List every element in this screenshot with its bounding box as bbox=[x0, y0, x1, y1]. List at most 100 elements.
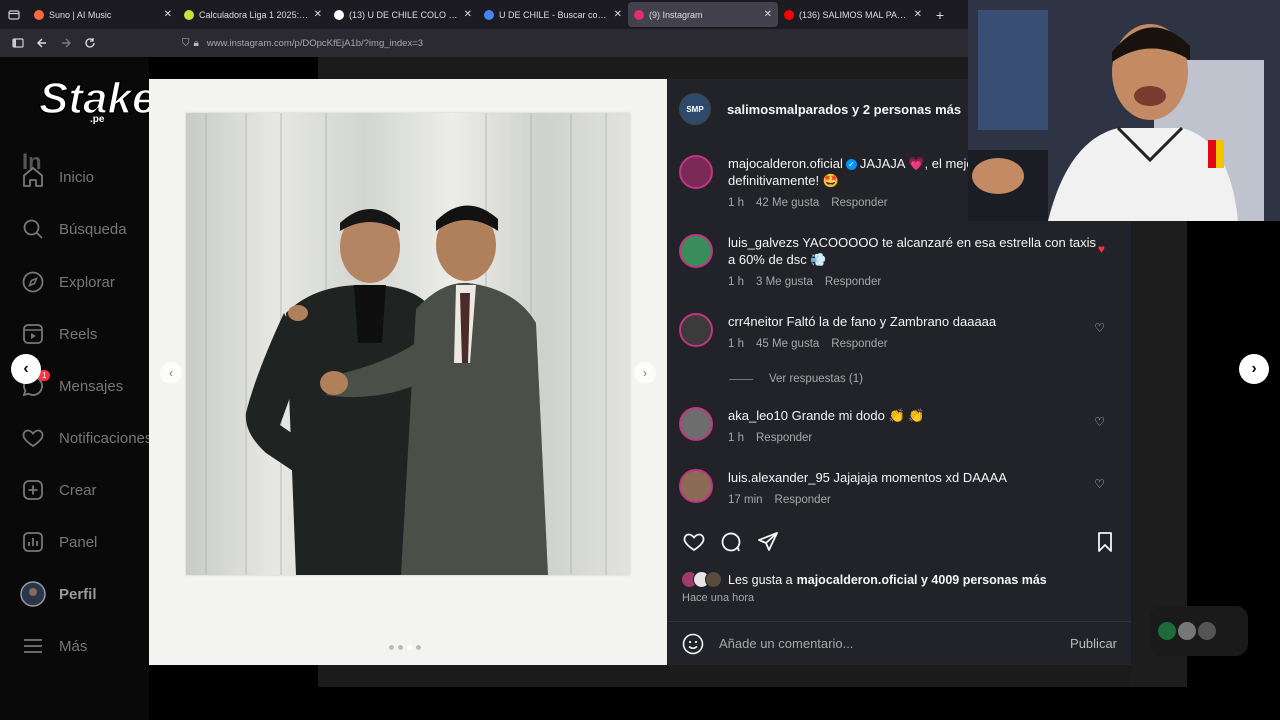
pill-avatar bbox=[1178, 622, 1196, 640]
share-icon[interactable] bbox=[756, 530, 782, 556]
new-tab-button[interactable]: + bbox=[928, 7, 952, 23]
sidebar-item-8[interactable]: Perfil bbox=[20, 580, 97, 608]
home-icon bbox=[20, 164, 46, 190]
lock-icon[interactable]: 🔒︎ bbox=[194, 38, 199, 49]
reload-button[interactable] bbox=[78, 31, 102, 55]
plus-square-icon bbox=[20, 477, 46, 503]
sidebar-item-2[interactable]: Explorar bbox=[20, 268, 115, 296]
browser-tab[interactable]: (9) Instagram ✕ bbox=[628, 2, 778, 27]
post-photo[interactable] bbox=[186, 113, 630, 575]
post-actions bbox=[679, 530, 1119, 560]
sidebar-item-label: Más bbox=[59, 637, 88, 655]
browser-tab[interactable]: Suno | AI Music ✕ bbox=[28, 2, 178, 27]
view-replies-button[interactable]: Ver respuestas (1) bbox=[729, 373, 863, 385]
comment-reply-button[interactable]: Responder bbox=[825, 274, 881, 291]
post-time: Hace una hora bbox=[682, 592, 755, 604]
comment-reply-button[interactable]: Responder bbox=[831, 336, 887, 353]
likes-user[interactable]: majocalderon.oficial bbox=[797, 573, 918, 587]
sidebar-item-6[interactable]: Crear bbox=[20, 476, 97, 504]
tab-close-icon[interactable]: ✕ bbox=[614, 9, 622, 20]
comment-body: crr4neitor Faltó la de fano y Zambrano d… bbox=[728, 313, 1103, 353]
tab-title: Calculadora Liga 1 2025: tabla d bbox=[199, 9, 310, 20]
likes-rest[interactable]: y 4009 personas más bbox=[918, 573, 1047, 587]
save-bookmark-icon[interactable] bbox=[1093, 530, 1119, 556]
tab-favicon-icon bbox=[784, 9, 794, 20]
comment-username[interactable]: luis.alexander_95 bbox=[728, 470, 830, 485]
comment-like-heart-icon[interactable]: ♡ bbox=[1094, 321, 1105, 335]
address-bar[interactable]: ⛉ 🔒︎ www.instagram.com/p/DOpcKfEjA1b/?im… bbox=[182, 32, 968, 54]
photo-next-button[interactable]: › bbox=[634, 362, 656, 384]
prev-post-button[interactable]: ‹ bbox=[11, 354, 41, 384]
tab-favicon-icon bbox=[184, 9, 194, 20]
sidebar-item-7[interactable]: Panel bbox=[20, 528, 97, 556]
comment-reply-button[interactable]: Responder bbox=[756, 430, 812, 447]
likes-summary[interactable]: Les gusta a majocalderon.oficial y 4009 … bbox=[681, 571, 1047, 588]
browser-tab[interactable]: U DE CHILE - Buscar con Googl ✕ bbox=[478, 2, 628, 27]
commenter-avatar[interactable] bbox=[679, 469, 713, 503]
comment-like-heart-icon[interactable]: ♡ bbox=[1094, 415, 1105, 429]
back-button[interactable] bbox=[30, 31, 54, 55]
tab-overview-icon[interactable] bbox=[0, 0, 28, 29]
next-post-button[interactable]: › bbox=[1239, 354, 1269, 384]
comment-username[interactable]: luis_galvezs bbox=[728, 235, 799, 250]
tab-favicon-icon bbox=[334, 9, 344, 20]
browser-tab[interactable]: (136) SALIMOS MAL PARADOS ✕ bbox=[778, 2, 928, 27]
comment-likes[interactable]: 45 Me gusta bbox=[756, 336, 819, 353]
sidebar-item-label: Perfil bbox=[59, 585, 97, 603]
comment-icon[interactable] bbox=[719, 530, 745, 556]
post-authors[interactable]: salimosmalparados y 2 personas más bbox=[727, 102, 961, 117]
comment-likes[interactable]: 42 Me gusta bbox=[756, 195, 819, 212]
sidebar-item-1[interactable]: Búsqueda bbox=[20, 215, 127, 243]
carousel-dot-active bbox=[407, 645, 412, 650]
tab-title: U DE CHILE - Buscar con Googl bbox=[499, 9, 610, 20]
liker-avatar bbox=[705, 571, 722, 588]
author-avatar[interactable]: SMP bbox=[679, 93, 711, 125]
comment-reply-button[interactable]: Responder bbox=[831, 195, 887, 212]
commenter-avatar[interactable] bbox=[679, 313, 713, 347]
comment-like-heart-icon[interactable]: ♥ bbox=[1098, 242, 1105, 256]
feed-background-top bbox=[318, 57, 968, 79]
sidebar-item-3[interactable]: Reels bbox=[20, 320, 97, 348]
menu-icon bbox=[20, 633, 46, 659]
sidebar-item-9[interactable]: Más bbox=[20, 632, 87, 660]
feed-background-bottom bbox=[318, 665, 1187, 687]
comment-likes[interactable]: 3 Me gusta bbox=[756, 274, 813, 291]
tracking-shield-icon[interactable]: ⛉ bbox=[182, 38, 190, 49]
sidebar-item-label: Búsqueda bbox=[59, 220, 127, 238]
comment-username[interactable]: aka_leo10 bbox=[728, 408, 788, 423]
like-heart-icon[interactable] bbox=[682, 530, 708, 556]
tab-close-icon[interactable]: ✕ bbox=[764, 9, 772, 20]
sidebar-item-label: Mensajes bbox=[59, 377, 124, 395]
tab-close-icon[interactable]: ✕ bbox=[914, 9, 922, 20]
publish-button[interactable]: Publicar bbox=[1070, 636, 1117, 651]
sidebar-item-5[interactable]: Notificaciones bbox=[20, 424, 152, 452]
sidebar-toggle-icon[interactable] bbox=[6, 31, 30, 55]
heart-icon bbox=[20, 425, 46, 451]
tab-close-icon[interactable]: ✕ bbox=[164, 9, 172, 20]
forward-button[interactable] bbox=[54, 31, 78, 55]
comment-username[interactable]: majocalderon.oficial bbox=[728, 156, 843, 171]
browser-tab[interactable]: (13) U DE CHILE COLO COLO - E ✕ bbox=[328, 2, 478, 27]
pill-avatar bbox=[1198, 622, 1216, 640]
comment-time: 1 h bbox=[728, 432, 744, 444]
stake-logo: Stake .pe bbox=[36, 71, 162, 129]
comment-input[interactable]: Añade un comentario... bbox=[719, 636, 1070, 651]
tab-close-icon[interactable]: ✕ bbox=[464, 9, 472, 20]
commenter-avatar[interactable] bbox=[679, 407, 713, 441]
commenter-avatar[interactable] bbox=[679, 155, 713, 189]
comment-reply-button[interactable]: Responder bbox=[775, 492, 831, 509]
comment-username[interactable]: crr4neitor bbox=[728, 314, 783, 329]
photo-prev-button[interactable]: ‹ bbox=[160, 362, 182, 384]
profile-avatar bbox=[20, 581, 46, 607]
tab-close-icon[interactable]: ✕ bbox=[314, 9, 322, 20]
messages-floating-pill[interactable] bbox=[1150, 606, 1248, 656]
browser-tab[interactable]: Calculadora Liga 1 2025: tabla d ✕ bbox=[178, 2, 328, 27]
comment-time: 17 min bbox=[728, 494, 763, 506]
emoji-icon[interactable] bbox=[681, 632, 705, 656]
tab-title: Suno | AI Music bbox=[49, 9, 112, 20]
comment-like-heart-icon[interactable]: ♡ bbox=[1094, 477, 1105, 491]
view-replies-label: Ver respuestas (1) bbox=[769, 373, 863, 385]
commenter-avatar[interactable] bbox=[679, 234, 713, 268]
sidebar-item-0[interactable]: Inicio bbox=[20, 163, 94, 191]
comment-text: Faltó la de fano y Zambrano daaaaa bbox=[786, 314, 997, 329]
